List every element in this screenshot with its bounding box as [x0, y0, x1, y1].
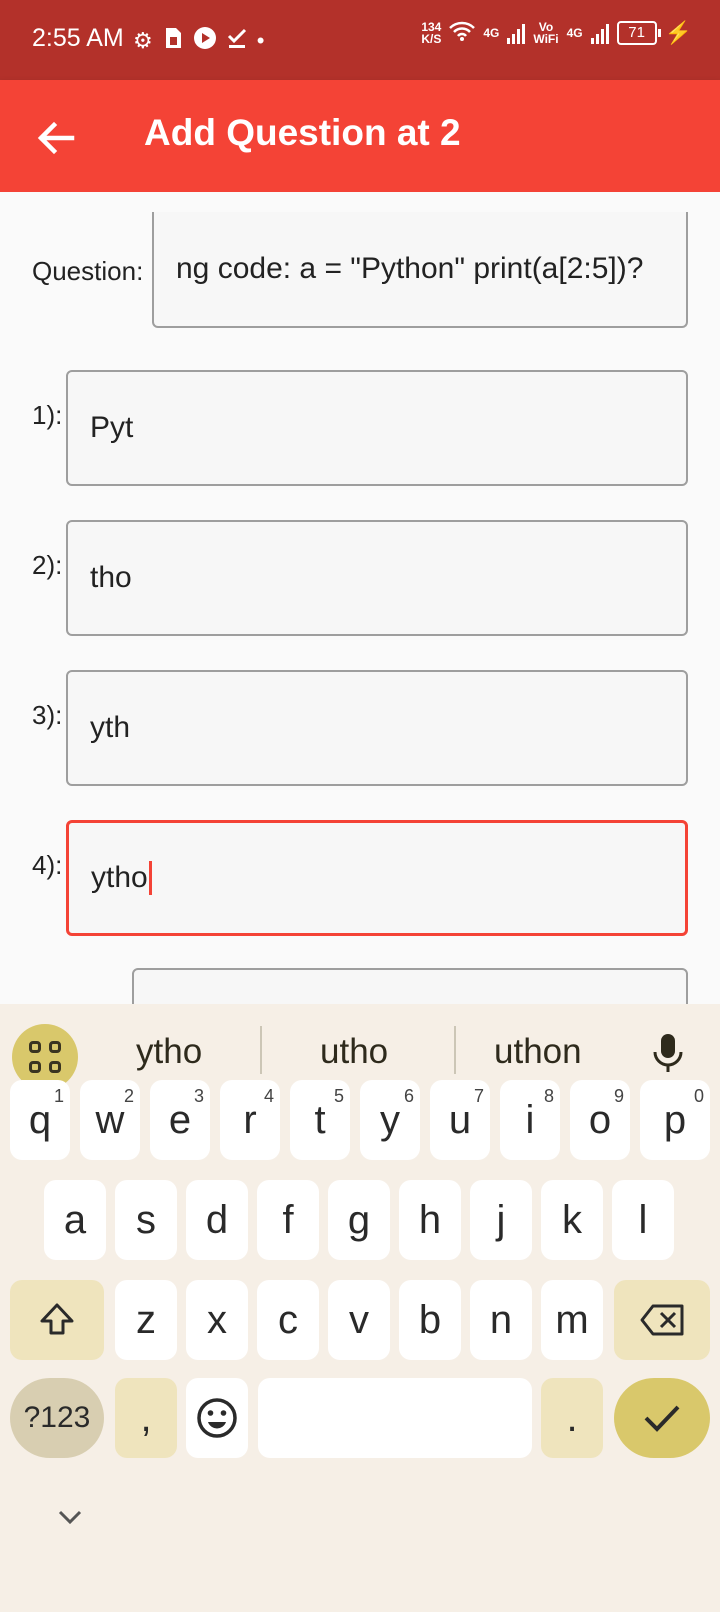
status-time: 2:55 AM	[32, 24, 124, 52]
backspace-icon	[640, 1304, 684, 1336]
key-g[interactable]: g	[328, 1180, 390, 1260]
key-y[interactable]: y6	[360, 1080, 420, 1160]
option-label-4: 4):	[32, 850, 63, 880]
status-right: 134 K/S 4G Vo WiFi 4G 71 ⚡	[421, 20, 692, 46]
soft-keyboard: ytho utho uthon q1 w2 e3 r4 t5 y6 u7 i8 …	[0, 1004, 720, 1612]
key-a[interactable]: a	[44, 1180, 106, 1260]
sim-icon	[163, 27, 183, 55]
key-w[interactable]: w2	[80, 1080, 140, 1160]
space-key[interactable]	[258, 1378, 532, 1458]
page-title: Add Question at 2	[144, 112, 461, 153]
key-f[interactable]: f	[257, 1180, 319, 1260]
key-d[interactable]: d	[186, 1180, 248, 1260]
hide-keyboard-button[interactable]	[56, 1508, 84, 1531]
net-type-2: 4G	[566, 26, 583, 40]
check-icon	[227, 27, 247, 55]
shift-key[interactable]	[10, 1280, 104, 1360]
app-bar: Add Question at 2	[0, 80, 720, 192]
suggestion-2[interactable]: utho	[320, 1032, 388, 1072]
key-x[interactable]: x	[186, 1280, 248, 1360]
net-type-1: 4G	[483, 26, 500, 40]
check-icon	[644, 1405, 680, 1432]
key-u[interactable]: u7	[430, 1080, 490, 1160]
option-input-1[interactable]: Pyt	[66, 370, 688, 486]
status-bar: 2:55 AM ⚙ • 134 K/S 4G Vo WiFi 4G 71 ⚡	[0, 0, 720, 80]
done-key[interactable]	[614, 1378, 710, 1458]
key-n[interactable]: n	[470, 1280, 532, 1360]
key-l[interactable]: l	[612, 1180, 674, 1260]
arrow-back-icon	[37, 121, 75, 155]
key-period[interactable]: .	[541, 1378, 603, 1458]
shift-icon	[40, 1303, 74, 1335]
signal-icon	[507, 22, 526, 44]
key-b[interactable]: b	[399, 1280, 461, 1360]
text-cursor	[148, 861, 152, 895]
mic-icon	[653, 1034, 683, 1072]
key-m[interactable]: m	[541, 1280, 603, 1360]
volte-wifi-label: Vo WiFi	[533, 20, 559, 46]
backspace-key[interactable]	[614, 1280, 710, 1360]
key-r[interactable]: r4	[220, 1080, 280, 1160]
emoji-icon	[197, 1398, 237, 1438]
key-o[interactable]: o9	[570, 1080, 630, 1160]
key-p[interactable]: p0	[640, 1080, 710, 1160]
option-label-2: 2):	[32, 550, 63, 580]
key-v[interactable]: v	[328, 1280, 390, 1360]
question-input[interactable]: ng code: a = "Python" print(a[2:5])?	[152, 212, 688, 328]
key-z[interactable]: z	[115, 1280, 177, 1360]
symbols-key[interactable]: ?123	[10, 1378, 104, 1458]
option-input-4[interactable]: ytho	[66, 820, 688, 936]
emoji-key[interactable]	[186, 1378, 248, 1458]
option-input-3[interactable]: yth	[66, 670, 688, 786]
key-e[interactable]: e3	[150, 1080, 210, 1160]
suggestion-divider	[260, 1026, 262, 1074]
key-h[interactable]: h	[399, 1180, 461, 1260]
gear-icon: ⚙	[133, 28, 153, 53]
key-k[interactable]: k	[541, 1180, 603, 1260]
key-t[interactable]: t5	[290, 1080, 350, 1160]
option-label-3: 3):	[32, 700, 63, 730]
signal-icon-2	[590, 22, 609, 44]
key-j[interactable]: j	[470, 1180, 532, 1260]
battery-icon: 71	[616, 21, 661, 45]
media-icon	[193, 26, 217, 56]
back-button[interactable]	[28, 110, 84, 166]
key-s[interactable]: s	[115, 1180, 177, 1260]
suggestion-divider	[454, 1026, 456, 1074]
dot-icon: •	[256, 28, 265, 53]
question-label: Question:	[32, 256, 144, 286]
key-q[interactable]: q1	[10, 1080, 70, 1160]
question-form: Question: ng code: a = "Python" print(a[…	[0, 192, 720, 1004]
suggestion-3[interactable]: uthon	[494, 1032, 582, 1072]
chevron-down-icon	[58, 1510, 82, 1525]
option-label-1: 1):	[32, 400, 63, 430]
key-comma[interactable]: ,	[115, 1378, 177, 1458]
net-speed: 134 K/S	[421, 20, 442, 46]
wifi-icon	[449, 21, 476, 46]
mic-button[interactable]	[652, 1032, 684, 1079]
option-input-2[interactable]: tho	[66, 520, 688, 636]
suggestion-1[interactable]: ytho	[136, 1032, 202, 1072]
question-input-text: ng code: a = "Python" print(a[2:5])?	[176, 252, 644, 285]
key-c[interactable]: c	[257, 1280, 319, 1360]
charging-icon: ⚡	[664, 20, 692, 45]
notification-icons: ⚙ •	[133, 26, 264, 56]
key-i[interactable]: i8	[500, 1080, 560, 1160]
next-input-partial[interactable]	[132, 968, 688, 1004]
